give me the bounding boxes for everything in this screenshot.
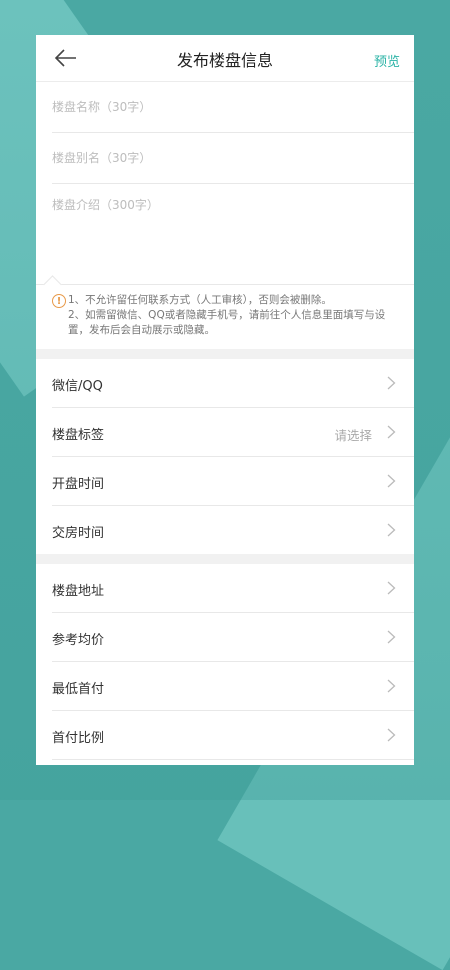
building-name-input[interactable]: [52, 82, 397, 132]
row-label: 参考均价: [52, 633, 105, 648]
row-value: 请选择: [334, 428, 372, 443]
row-label: 交房时间: [52, 526, 105, 541]
notice-line-2: 2、如需留微信、QQ或者隐藏手机号，请前往个人信息里面填写与设置，发布后会自动展…: [68, 309, 386, 336]
section-divider: [36, 349, 414, 359]
row-label: 微信/QQ: [52, 379, 103, 394]
chevron-right-icon: [387, 425, 396, 439]
row-opening-time[interactable]: 开盘时间: [52, 457, 414, 506]
row-label: 楼盘标签: [52, 428, 105, 443]
row-reference-price[interactable]: 参考均价: [52, 613, 414, 662]
chevron-right-icon: [387, 376, 396, 390]
chevron-right-icon: [387, 581, 396, 595]
chevron-right-icon: [387, 523, 396, 537]
top-bar: 发布楼盘信息 预览: [36, 35, 414, 82]
building-intro-textarea[interactable]: [52, 196, 397, 276]
form-card: 发布楼盘信息 预览 ! 1、不允许留任何联系方式（人工审核），否则会被删除。 2…: [36, 35, 414, 765]
name-field-row: [52, 82, 414, 133]
row-label: 首付比例: [52, 731, 105, 746]
row-label: 最低首付: [52, 682, 105, 697]
row-min-down-payment[interactable]: 最低首付: [52, 662, 414, 711]
intro-field-row: [52, 184, 414, 284]
building-alias-input[interactable]: [52, 133, 397, 183]
row-wechat-qq[interactable]: 微信/QQ: [52, 359, 414, 408]
notice-line-1: 1、不允许留任何联系方式（人工审核），否则会被删除。: [68, 294, 332, 306]
row-down-payment-ratio[interactable]: 首付比例: [52, 711, 414, 760]
alias-field-row: [52, 133, 414, 184]
row-building-address[interactable]: 楼盘地址: [52, 564, 414, 613]
row-label: 开盘时间: [52, 477, 105, 492]
row-label: 楼盘地址: [52, 584, 105, 599]
chevron-right-icon: [387, 630, 396, 644]
chevron-right-icon: [387, 728, 396, 742]
chevron-right-icon: [387, 679, 396, 693]
section-divider: [36, 554, 414, 564]
preview-button[interactable]: 预览: [374, 51, 400, 70]
row-delivery-time[interactable]: 交房时间: [52, 506, 414, 554]
warning-icon: !: [52, 294, 66, 308]
row-building-tags[interactable]: 楼盘标签 请选择: [52, 408, 414, 457]
notice-box: ! 1、不允许留任何联系方式（人工审核），否则会被删除。 2、如需留微信、QQ或…: [36, 275, 414, 349]
chevron-right-icon: [387, 474, 396, 488]
info-group-1: 微信/QQ 楼盘标签 请选择 开盘时间 交房时间: [36, 359, 414, 554]
page-title: 发布楼盘信息: [176, 51, 273, 70]
info-group-2: 楼盘地址 参考均价 最低首付 首付比例: [36, 564, 414, 760]
